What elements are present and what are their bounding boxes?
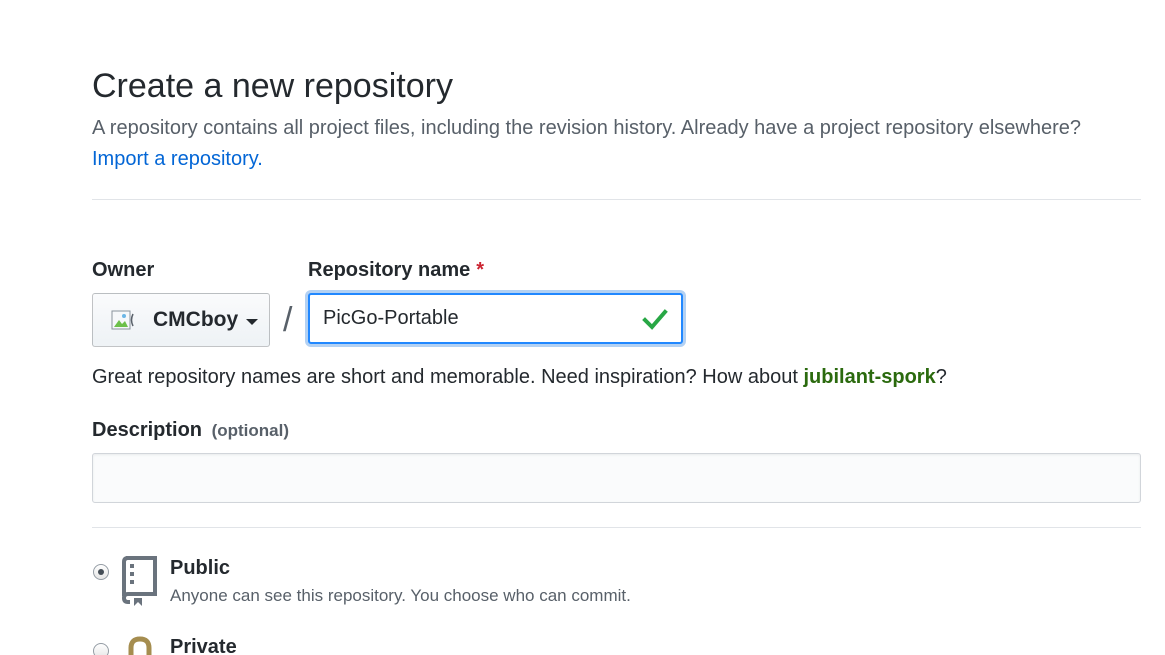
repo-name-value[interactable]: PicGo-Portable	[323, 307, 641, 330]
broken-image-icon	[111, 310, 134, 330]
optional-note: (optional)	[211, 421, 290, 440]
repo-name-hint: Great repository names are short and mem…	[92, 363, 947, 391]
header-divider	[92, 199, 1141, 200]
caret-down-icon	[246, 318, 259, 325]
description-divider	[92, 527, 1141, 528]
owner-label: Owner	[92, 259, 155, 281]
public-title: Public	[170, 557, 231, 579]
check-icon	[642, 308, 668, 330]
description-label: Description (optional)	[92, 417, 289, 444]
private-radio[interactable]	[93, 643, 109, 655]
owner-repo-separator: /	[283, 301, 293, 339]
hint-end: ?	[935, 366, 947, 388]
repo-book-icon	[121, 556, 157, 606]
owner-dropdown-button[interactable]: CMCboy	[92, 293, 270, 347]
page-subtitle: A repository contains all project files,…	[92, 113, 1152, 175]
private-title: Private	[170, 636, 237, 655]
create-repo-page: Create a new repository A repository con…	[0, 0, 1165, 655]
subtitle-text: A repository contains all project files,…	[92, 117, 1082, 139]
public-radio[interactable]	[93, 564, 109, 580]
suggested-name-link[interactable]: jubilant-spork	[803, 366, 935, 388]
public-description: Anyone can see this repository. You choo…	[170, 586, 631, 605]
repo-name-input[interactable]: PicGo-Portable	[308, 293, 683, 344]
page-title: Create a new repository	[92, 67, 453, 105]
owner-name: CMCboy	[153, 308, 239, 331]
repo-name-label: Repository name *	[308, 257, 484, 283]
import-repository-link[interactable]: Import a repository.	[92, 148, 263, 170]
repo-name-label-text: Repository name	[308, 259, 471, 281]
description-label-text: Description	[92, 419, 203, 441]
avatar	[111, 308, 141, 332]
required-asterisk: *	[476, 259, 485, 281]
lock-icon	[128, 636, 152, 655]
description-input[interactable]	[92, 453, 1141, 503]
hint-text: Great repository names are short and mem…	[92, 366, 804, 388]
